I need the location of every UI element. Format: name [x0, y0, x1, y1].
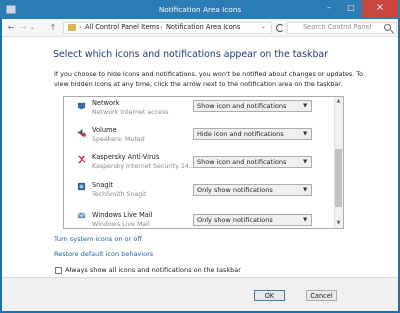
chevron-down-icon: ▼ — [303, 159, 308, 165]
mail-icon — [77, 212, 86, 219]
search-icon[interactable] — [384, 24, 391, 31]
page-description: If you choose to hide icons and notifica… — [54, 70, 364, 88]
page-title: Select which icons and notifications app… — [53, 49, 328, 60]
row-name: Network — [92, 99, 120, 107]
search-placeholder: Search Control Panel — [303, 23, 372, 31]
breadcrumb-all-control-panel-items[interactable]: All Control Panel Items — [85, 23, 160, 31]
chevron-down-icon: ▼ — [303, 131, 308, 137]
breadcrumb-separator: › — [160, 24, 163, 31]
network-icon — [77, 102, 86, 110]
breadcrumb-separator: › — [79, 24, 82, 31]
row-subtitle: Speakers: Muted — [92, 136, 145, 143]
scroll-thumb[interactable] — [335, 149, 342, 207]
back-button[interactable]: ← — [6, 23, 16, 33]
footer-bar — [2, 277, 398, 311]
turn-system-icons-link[interactable]: Turn system icons on or off — [54, 235, 142, 243]
behavior-select-value: Only show notifications — [197, 186, 273, 194]
chevron-down-icon: ▼ — [303, 217, 308, 223]
kaspersky-icon — [77, 155, 86, 164]
always-show-label: Always show all icons and notifications … — [65, 266, 241, 274]
navigation-bar: ← → ⌄ ↑ › All Control Panel Items › Noti… — [2, 19, 398, 37]
row-name: Kaspersky Anti-Virus — [92, 153, 160, 161]
folder-icon — [68, 24, 76, 31]
row-subtitle: Network Internet access — [92, 109, 169, 116]
snagit-icon — [77, 182, 86, 191]
chevron-down-icon: ▼ — [303, 187, 308, 193]
always-show-checkbox[interactable] — [55, 267, 62, 274]
behavior-select-value: Show icon and notifications — [197, 102, 287, 110]
row-subtitle: Windows Live Mail — [92, 221, 150, 228]
maximize-button[interactable]: □ — [340, 0, 362, 17]
ok-button[interactable]: OK — [254, 290, 285, 301]
chevron-down-icon: ▼ — [303, 103, 308, 109]
address-dropdown-icon[interactable]: ⌄ — [261, 23, 266, 30]
close-button[interactable]: × — [362, 0, 398, 17]
row-name: Snagit — [92, 181, 114, 189]
recent-locations-dropdown[interactable]: ⌄ — [30, 23, 35, 33]
breadcrumb-notification-area-icons[interactable]: Notification Area Icons — [166, 23, 240, 31]
row-subtitle: Kaspersky Internet Security 14... — [92, 163, 195, 170]
up-button[interactable]: ↑ — [48, 23, 58, 33]
volume-muted-icon — [77, 128, 86, 137]
refresh-icon[interactable] — [276, 24, 284, 32]
row-name: Windows Live Mail — [92, 211, 153, 219]
cancel-button[interactable]: Cancel — [306, 290, 337, 301]
minimize-button[interactable]: – — [318, 0, 340, 17]
title-bar: Notification Area Icons – □ × — [0, 0, 400, 19]
scroll-down-arrow-icon[interactable]: ▼ — [335, 220, 342, 227]
scroll-up-arrow-icon[interactable]: ▲ — [335, 98, 342, 105]
behavior-select-value: Show icon and notifications — [197, 158, 287, 166]
restore-defaults-link[interactable]: Restore default icon behaviors — [54, 250, 153, 258]
forward-button[interactable]: → — [18, 23, 28, 33]
row-name: Volume — [92, 126, 117, 134]
row-subtitle: TechSmith Snagit — [92, 191, 147, 198]
behavior-select-value: Only show notifications — [197, 216, 273, 224]
behavior-select-value: Hide icon and notifications — [197, 130, 284, 138]
